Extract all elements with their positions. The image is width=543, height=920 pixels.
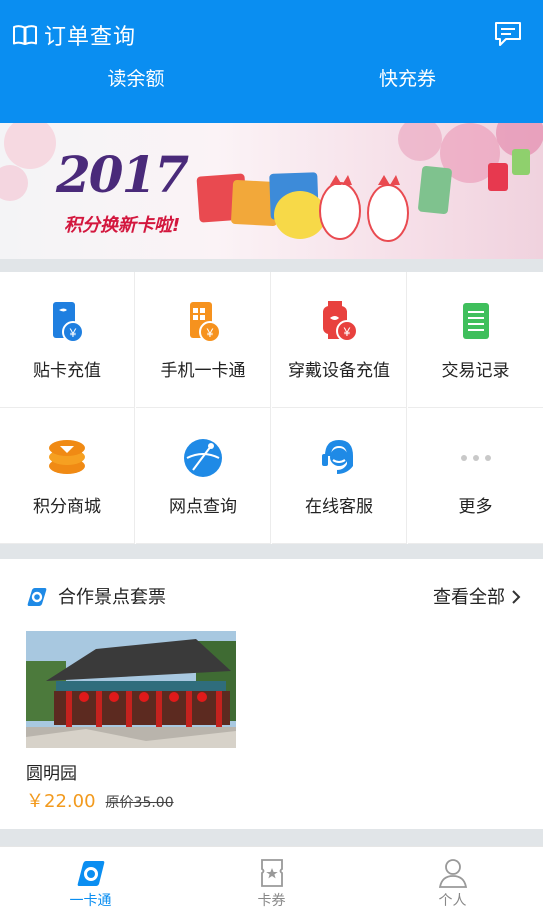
app-header: 订单查询 读余额 快充券 xyxy=(0,0,543,123)
outlet-search-icon xyxy=(184,439,222,477)
read-balance-button[interactable]: 读余额 xyxy=(0,64,272,94)
tab-label: 卡券 xyxy=(257,893,286,909)
function-grid: ¥ 贴卡充值 ¥ 手机一卡通 ¥ 穿戴设备充值 交易记录 积分商城 网点查询 在… xyxy=(0,272,543,544)
svg-text:¥: ¥ xyxy=(343,325,351,339)
grid-label: 手机一卡通 xyxy=(160,361,246,381)
grid-item-customer-service[interactable]: 在线客服 xyxy=(272,408,407,544)
card-recharge-icon: ¥ xyxy=(53,302,84,343)
customer-service-icon xyxy=(322,440,353,474)
message-icon[interactable] xyxy=(493,20,523,48)
bottom-tab-bar: 一卡通 卡券 个人 xyxy=(0,846,543,920)
grid-label: 更多 xyxy=(458,497,493,517)
grid-item-outlet-search[interactable]: 网点查询 xyxy=(136,408,271,544)
grid-label: 积分商城 xyxy=(33,497,101,517)
chevron-right-icon[interactable] xyxy=(511,590,521,604)
grid-label: 贴卡充值 xyxy=(33,361,101,381)
banner-slogan: 积分换新卡啦! xyxy=(64,215,181,236)
divider xyxy=(0,829,543,846)
grid-label: 交易记录 xyxy=(441,361,510,381)
price-row: ￥22.00 原价35.00 xyxy=(26,787,236,813)
original-price: 原价35.00 xyxy=(105,795,174,811)
yikatong-tab-icon xyxy=(77,861,104,886)
page-title: 订单查询 xyxy=(44,25,137,50)
tab-label: 个人 xyxy=(438,893,467,909)
grid-item-more[interactable]: 更多 xyxy=(408,408,543,544)
tab-label: 一卡通 xyxy=(69,893,112,909)
svg-text:¥: ¥ xyxy=(206,326,214,340)
points-mall-icon xyxy=(49,440,85,474)
grid-item-wearable-recharge[interactable]: ¥ 穿戴设备充值 xyxy=(272,272,407,408)
ticket-icon xyxy=(260,859,283,887)
order-query-link[interactable]: 订单查询 xyxy=(12,18,136,52)
svg-text:¥: ¥ xyxy=(69,326,77,340)
transaction-record-icon xyxy=(462,303,489,339)
book-icon xyxy=(13,25,37,45)
banner-year: 2017 xyxy=(56,145,189,204)
grid-item-card-recharge[interactable]: ¥ 贴卡充值 xyxy=(0,272,135,408)
watch-recharge-icon: ¥ xyxy=(323,301,358,342)
person-icon xyxy=(438,859,467,888)
more-icon xyxy=(460,455,491,461)
promo-banner[interactable]: 2017 积分换新卡啦! xyxy=(0,123,543,259)
scenic-name: 圆明园 xyxy=(26,764,77,784)
yikatong-logo-icon xyxy=(27,588,47,606)
divider xyxy=(0,259,543,272)
current-price: ￥22.00 xyxy=(26,791,96,812)
grid-label: 在线客服 xyxy=(305,497,373,517)
grid-label: 网点查询 xyxy=(169,497,237,517)
section-title: 合作景点套票 xyxy=(58,587,166,608)
grid-item-points-mall[interactable]: 积分商城 xyxy=(0,408,135,544)
tab-personal[interactable]: 个人 xyxy=(362,847,543,920)
grid-item-transaction-record[interactable]: 交易记录 xyxy=(408,272,543,408)
scenic-ticket-section-header: 合作景点套票 查看全部 xyxy=(0,576,543,616)
view-all-link[interactable]: 查看全部 xyxy=(433,583,505,609)
grid-label: 穿戴设备充值 xyxy=(288,361,390,381)
phone-card-icon: ¥ xyxy=(190,302,221,343)
quick-recharge-voucher-button[interactable]: 快充券 xyxy=(272,64,543,94)
scenic-photo xyxy=(26,631,236,748)
tab-coupons[interactable]: 卡券 xyxy=(181,847,362,920)
tab-yikatong[interactable]: 一卡通 xyxy=(0,847,181,920)
scenic-ticket-card[interactable]: 圆明园 ￥22.00 原价35.00 xyxy=(26,631,236,813)
grid-item-phone-card[interactable]: ¥ 手机一卡通 xyxy=(136,272,271,408)
divider xyxy=(0,544,543,559)
